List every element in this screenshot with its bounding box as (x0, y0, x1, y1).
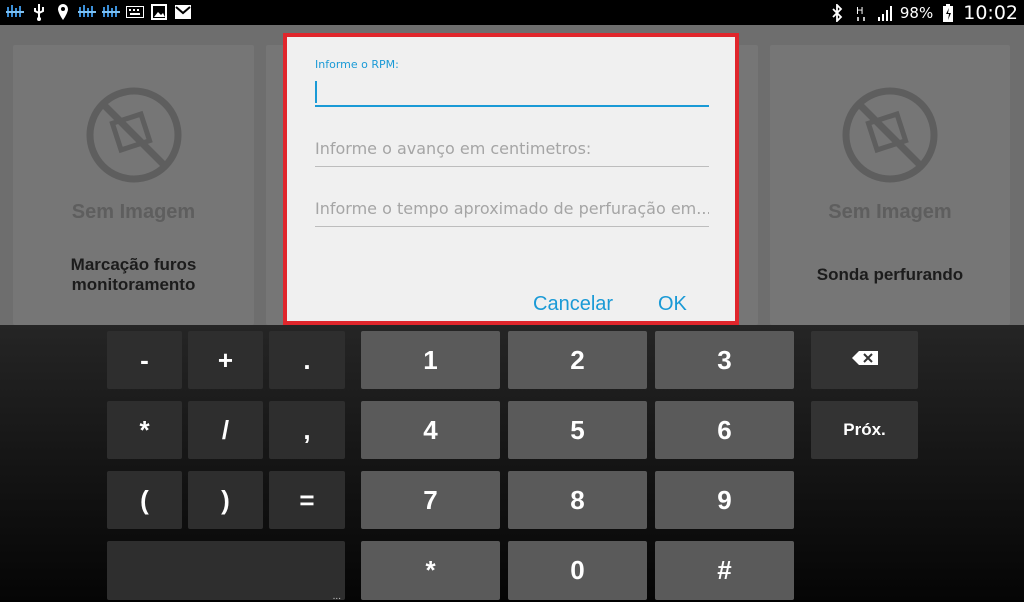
signal-scan-icon (102, 3, 120, 21)
drill-time-input[interactable]: Informe o tempo aproximado de perfuração… (315, 199, 709, 227)
key-9[interactable]: 9 (655, 471, 794, 529)
card-title: Sonda perfurando (816, 265, 964, 284)
usb-icon (30, 3, 48, 21)
battery-percent: 98% (899, 3, 934, 22)
keyboard-icon (126, 3, 144, 21)
network-h-icon: H (852, 4, 870, 22)
status-bar: H 98% 10:02 (0, 0, 1024, 25)
notification-icons (6, 3, 192, 21)
numeric-keyboard: - + . * / , ( ) = ... 1 2 3 4 5 6 7 8 9 … (0, 325, 1024, 602)
rpm-input[interactable] (315, 77, 709, 107)
key-minus[interactable]: - (107, 331, 182, 389)
space-hint: ... (332, 591, 341, 602)
menu-card-sonda[interactable]: Sem Imagem Sonda perfurando (770, 45, 1010, 325)
menu-card-marcacao[interactable]: Sem Imagem Marcação furos monitoramento (13, 45, 254, 325)
card-title-line1: Marcação furos (70, 255, 197, 274)
key-8[interactable]: 8 (508, 471, 647, 529)
svg-text:H: H (856, 6, 864, 17)
key-period[interactable]: . (269, 331, 345, 389)
key-space[interactable]: ... (107, 541, 345, 602)
key-0[interactable]: 0 (508, 541, 647, 600)
drill-time-placeholder: Informe o tempo aproximado de perfuração… (315, 199, 709, 218)
advance-placeholder: Informe o avanço em centimetros: (315, 139, 592, 158)
key-1[interactable]: 1 (361, 331, 500, 389)
signal-scan-icon (78, 3, 96, 21)
key-open-paren[interactable]: ( (107, 471, 182, 529)
no-image-icon (84, 85, 184, 185)
bluetooth-icon (828, 3, 846, 22)
key-slash[interactable]: / (188, 401, 263, 459)
key-hash[interactable]: # (655, 541, 794, 600)
text-cursor (315, 81, 317, 103)
input-dialog: Informe o RPM: Informe o avanço em centi… (283, 33, 739, 325)
key-5[interactable]: 5 (508, 401, 647, 459)
location-icon (54, 3, 72, 21)
key-6[interactable]: 6 (655, 401, 794, 459)
key-equals[interactable]: = (269, 471, 345, 529)
key-7[interactable]: 7 (361, 471, 500, 529)
image-icon (150, 3, 168, 21)
rpm-label: Informe o RPM: (315, 58, 399, 71)
backspace-icon (851, 350, 879, 371)
key-next[interactable]: Próx. (811, 401, 918, 459)
no-image-icon (840, 85, 940, 185)
key-3[interactable]: 3 (655, 331, 794, 389)
key-backspace[interactable] (811, 331, 918, 389)
key-2[interactable]: 2 (508, 331, 647, 389)
key-star[interactable]: * (361, 541, 500, 600)
system-status: H 98% 10:02 (828, 0, 1018, 25)
card-title-line2: monitoramento (71, 275, 196, 294)
ok-button[interactable]: OK (658, 293, 687, 316)
no-image-label: Sem Imagem (828, 201, 952, 223)
mail-icon (174, 3, 192, 21)
key-plus[interactable]: + (188, 331, 263, 389)
key-comma[interactable]: , (269, 401, 345, 459)
key-4[interactable]: 4 (361, 401, 500, 459)
signal-bars-icon (876, 4, 894, 22)
no-image-label: Sem Imagem (71, 201, 196, 223)
key-close-paren[interactable]: ) (188, 471, 263, 529)
battery-icon (939, 3, 957, 22)
clock: 10:02 (963, 1, 1018, 24)
menu-card-hidden[interactable] (738, 45, 758, 325)
advance-input[interactable]: Informe o avanço em centimetros: (315, 139, 709, 167)
signal-scan-icon (6, 3, 24, 21)
key-asterisk[interactable]: * (107, 401, 182, 459)
cancel-button[interactable]: Cancelar (533, 293, 613, 316)
